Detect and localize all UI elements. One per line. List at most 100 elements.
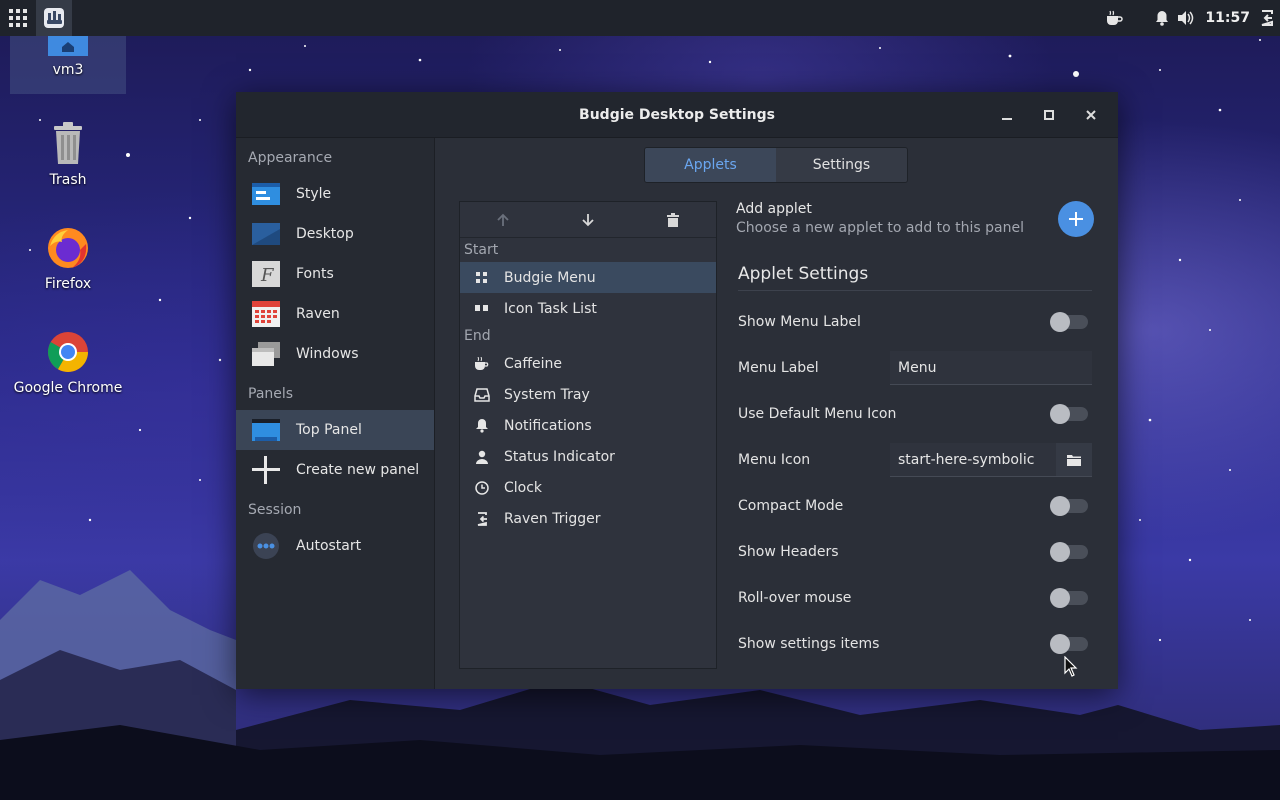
applet-item-system-tray[interactable]: System Tray bbox=[460, 379, 716, 410]
applet-item-label: Caffeine bbox=[504, 355, 562, 372]
tab-applets[interactable]: Applets bbox=[645, 148, 776, 182]
applet-item-icon-task-list[interactable]: Icon Task List bbox=[460, 293, 716, 324]
compact-mode-toggle[interactable] bbox=[1050, 496, 1088, 516]
panel-icon bbox=[252, 419, 280, 441]
desktop-icon-google-chrome[interactable]: Google Chrome bbox=[10, 330, 126, 396]
trash-icon bbox=[54, 122, 82, 164]
settings-sidebar: Appearance Style Desktop F Fonts Raven W… bbox=[236, 138, 435, 689]
browse-icon-button[interactable] bbox=[1056, 443, 1092, 477]
move-applet-up-button[interactable] bbox=[460, 202, 545, 238]
show-settings-items-toggle[interactable] bbox=[1050, 634, 1088, 654]
app-menu-button[interactable] bbox=[0, 0, 36, 36]
applet-item-label: Notifications bbox=[504, 417, 592, 434]
maximize-button[interactable] bbox=[1034, 100, 1064, 130]
applet-list-section-start: Start bbox=[464, 242, 499, 258]
applet-item-budgie-menu[interactable]: Budgie Menu bbox=[460, 262, 716, 293]
desktop-icon-label: Google Chrome bbox=[13, 380, 123, 396]
tray-icon bbox=[474, 387, 490, 402]
notifications-bell-icon[interactable] bbox=[1155, 10, 1169, 26]
settings-app-icon bbox=[44, 8, 64, 28]
grid-icon bbox=[9, 9, 27, 27]
svg-text:F: F bbox=[260, 265, 275, 286]
tab-settings[interactable]: Settings bbox=[776, 148, 907, 182]
minimize-icon bbox=[1002, 118, 1012, 120]
caffeine-tray-icon[interactable] bbox=[1105, 10, 1124, 26]
setting-label: Use Default Menu Icon bbox=[738, 406, 897, 422]
applet-list-toolbar bbox=[460, 202, 716, 238]
applet-item-raven-trigger[interactable]: Raven Trigger bbox=[460, 503, 716, 534]
menu-label-input[interactable] bbox=[890, 351, 1092, 385]
add-applet-subtitle: Choose a new applet to add to this panel bbox=[736, 220, 1024, 236]
applet-item-clock[interactable]: Clock bbox=[460, 472, 716, 503]
show-menu-label-toggle[interactable] bbox=[1050, 312, 1088, 332]
window-title: Budgie Desktop Settings bbox=[579, 106, 775, 123]
remove-applet-button[interactable] bbox=[631, 202, 716, 238]
applet-item-caffeine[interactable]: Caffeine bbox=[460, 348, 716, 379]
close-icon bbox=[1086, 110, 1096, 120]
panel-clock[interactable]: 11:57 bbox=[1205, 10, 1250, 26]
autostart-icon bbox=[253, 533, 279, 559]
sidebar-item-label: Raven bbox=[296, 306, 340, 322]
applet-item-notifications[interactable]: Notifications bbox=[460, 410, 716, 441]
sidebar-item-autostart[interactable]: Autostart bbox=[236, 526, 434, 566]
sidebar-section-appearance: Appearance bbox=[248, 150, 333, 166]
sidebar-item-label: Desktop bbox=[296, 226, 354, 242]
applet-item-label: Budgie Menu bbox=[504, 269, 596, 286]
sidebar-item-top-panel[interactable]: Top Panel bbox=[236, 410, 434, 450]
setting-show-menu-label: Show Menu Label bbox=[738, 305, 1092, 339]
show-headers-toggle[interactable] bbox=[1050, 542, 1088, 562]
arrow-down-icon bbox=[582, 213, 594, 226]
applet-list-section-end: End bbox=[464, 328, 491, 344]
chrome-icon bbox=[48, 332, 88, 372]
move-applet-down-button[interactable] bbox=[545, 202, 630, 238]
applet-item-status-indicator[interactable]: Status Indicator bbox=[460, 441, 716, 472]
setting-menu-label: Menu Label bbox=[738, 351, 1092, 385]
mouse-cursor-icon bbox=[1064, 656, 1078, 677]
system-tray: 11:57 bbox=[1105, 0, 1280, 36]
desktop-icon-vm3[interactable]: vm3 bbox=[10, 36, 126, 94]
panel-settings-content: Applets Settings Start Budgie Menu Icon … bbox=[436, 138, 1118, 689]
sidebar-item-label: Top Panel bbox=[296, 422, 362, 438]
bell-icon bbox=[476, 419, 488, 433]
sidebar-item-desktop[interactable]: Desktop bbox=[236, 214, 434, 254]
sidebar-item-fonts[interactable]: F Fonts bbox=[236, 254, 434, 294]
add-applet-button[interactable] bbox=[1058, 201, 1094, 237]
calendar-icon bbox=[252, 301, 280, 327]
desktop-icon-trash[interactable]: Trash bbox=[10, 120, 126, 188]
setting-compact-mode: Compact Mode bbox=[738, 489, 1092, 523]
divider bbox=[738, 290, 1092, 291]
arrow-up-icon bbox=[497, 213, 509, 226]
volume-icon[interactable] bbox=[1177, 10, 1195, 26]
sidebar-item-windows[interactable]: Windows bbox=[236, 334, 434, 374]
roll-over-mouse-toggle[interactable] bbox=[1050, 588, 1088, 608]
raven-trigger-icon[interactable] bbox=[1260, 10, 1274, 26]
tasklist-icon bbox=[475, 304, 488, 311]
window-titlebar[interactable]: Budgie Desktop Settings bbox=[236, 92, 1118, 138]
menu-icon-input[interactable] bbox=[890, 443, 1056, 477]
use-default-menu-icon-toggle[interactable] bbox=[1050, 404, 1088, 424]
budgie-settings-window: Budgie Desktop Settings Appearance Style… bbox=[236, 92, 1118, 689]
trash-icon bbox=[667, 212, 680, 227]
grid-icon bbox=[476, 271, 487, 283]
setting-roll-over-mouse: Roll-over mouse bbox=[738, 581, 1092, 615]
setting-label: Menu Label bbox=[738, 360, 819, 376]
sidebar-item-label: Autostart bbox=[296, 538, 362, 554]
desktop-icon-firefox[interactable]: Firefox bbox=[10, 226, 126, 292]
sidebar-item-style[interactable]: Style bbox=[236, 174, 434, 214]
applet-item-label: Icon Task List bbox=[504, 300, 597, 317]
setting-label: Show Headers bbox=[738, 544, 839, 560]
add-applet-title: Add applet bbox=[736, 201, 812, 217]
clock-icon bbox=[475, 480, 489, 495]
taskbar-settings-app[interactable] bbox=[36, 0, 72, 36]
sidebar-item-raven[interactable]: Raven bbox=[236, 294, 434, 334]
setting-menu-icon: Menu Icon bbox=[738, 443, 1092, 477]
applet-item-label: Status Indicator bbox=[504, 448, 615, 465]
minimize-button[interactable] bbox=[992, 100, 1022, 130]
setting-label: Show Menu Label bbox=[738, 314, 861, 330]
sidebar-item-create-new-panel[interactable]: Create new panel bbox=[236, 450, 434, 490]
sidebar-section-session: Session bbox=[248, 502, 302, 518]
setting-show-settings-items: Show settings items bbox=[738, 627, 1092, 661]
close-button[interactable] bbox=[1076, 100, 1106, 130]
setting-label: Show settings items bbox=[738, 636, 880, 652]
raven-trigger-icon bbox=[477, 511, 487, 526]
